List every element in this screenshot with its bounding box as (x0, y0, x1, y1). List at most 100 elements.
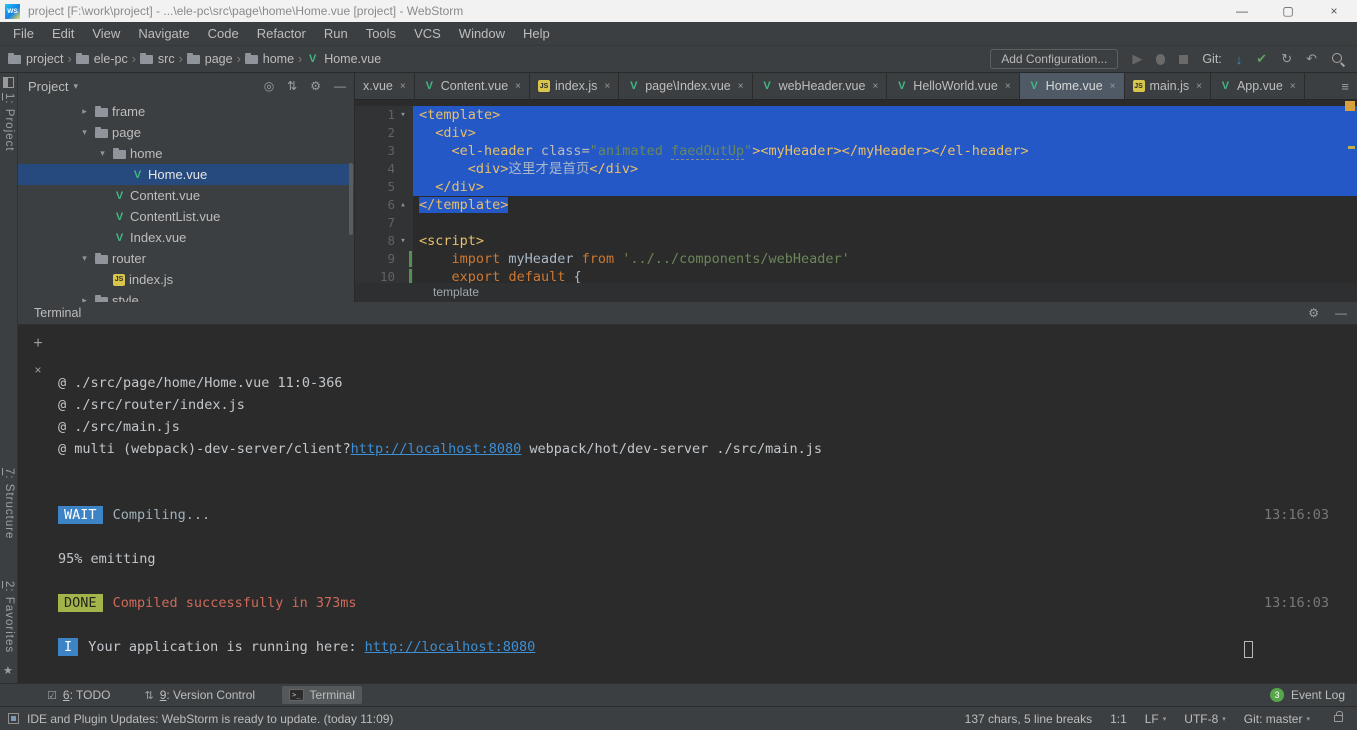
terminal-link[interactable]: http://localhost:8080 (351, 441, 522, 457)
tab-index-js[interactable]: JSindex.js× (530, 73, 619, 99)
tree-item-home[interactable]: ▾home (18, 143, 354, 164)
tool-windows-icon[interactable] (3, 77, 14, 88)
code-line-10[interactable]: 10 export default { (355, 268, 1357, 283)
minimize-button[interactable]: — (1219, 0, 1265, 22)
terminal-hide-icon[interactable]: — (1335, 306, 1347, 320)
maximize-button[interactable]: ▢ (1265, 0, 1311, 22)
toolwindow-button-9-version-control[interactable]: ⇅9: Version Control (137, 686, 262, 704)
chevron-down-icon[interactable]: ▾ (96, 148, 109, 159)
chevron-right-icon[interactable]: ▸ (78, 295, 91, 302)
close-button[interactable]: × (1311, 0, 1357, 22)
status-message[interactable]: IDE and Plugin Updates: WebStorm is read… (27, 712, 393, 726)
tree-item-index-js[interactable]: JSindex.js (18, 269, 354, 290)
tab-webheader-vue[interactable]: VwebHeader.vue× (753, 73, 888, 99)
tab-home-vue[interactable]: VHome.vue× (1020, 73, 1125, 99)
code-line-9[interactable]: 9 import myHeader from '../../components… (355, 250, 1357, 268)
code-line-5[interactable]: 5 </div> (355, 178, 1357, 196)
history-icon[interactable]: ↻ (1281, 51, 1292, 67)
git-update-icon[interactable]: ↓ (1236, 52, 1243, 67)
menu-item-edit[interactable]: Edit (43, 22, 83, 45)
close-icon[interactable]: × (872, 81, 878, 92)
terminal-settings-gear-icon[interactable]: ⚙ (1308, 306, 1319, 320)
terminal-title[interactable]: Terminal (34, 306, 81, 320)
close-icon[interactable]: × (1110, 81, 1116, 92)
chevron-down-icon[interactable]: ▾ (73, 81, 78, 92)
tab-main-js[interactable]: JSmain.js× (1125, 73, 1211, 99)
chevron-right-icon[interactable]: ▸ (78, 106, 91, 117)
lock-icon[interactable] (1334, 715, 1343, 722)
collapse-all-icon[interactable]: ⇅ (287, 79, 297, 93)
search-icon[interactable] (1331, 52, 1345, 66)
close-icon[interactable]: × (515, 81, 521, 92)
toolwindow-button-terminal[interactable]: >_Terminal (282, 686, 362, 704)
stripe-button-2-favorites[interactable]: 2: Favorites (3, 581, 15, 653)
tree-item-style[interactable]: ▸style (18, 290, 354, 302)
update-notification-icon[interactable] (8, 713, 19, 724)
new-session-icon[interactable]: + (33, 335, 42, 353)
close-icon[interactable]: × (738, 81, 744, 92)
status-1-1[interactable]: 1:1 (1110, 712, 1127, 726)
fold-marker-icon[interactable]: ▾ (395, 106, 411, 124)
status-git-master[interactable]: Git: master▾ (1244, 712, 1310, 726)
terminal-output[interactable]: @ ./src/page/home/Home.vue 11:0-366@ ./s… (58, 325, 1357, 683)
code-line-8[interactable]: 8▾<script> (355, 232, 1357, 250)
menu-item-window[interactable]: Window (450, 22, 514, 45)
tree-item-frame[interactable]: ▸frame (18, 101, 354, 122)
stop-icon[interactable] (1179, 55, 1188, 64)
breadcrumb-item-ele-pc[interactable]: ele-pc (76, 52, 128, 66)
menu-item-refactor[interactable]: Refactor (248, 22, 315, 45)
close-icon[interactable]: × (1290, 81, 1296, 92)
chevron-down-icon[interactable]: ▾ (78, 253, 91, 264)
breadcrumb-item-project[interactable]: project (8, 52, 64, 66)
breadcrumb-template[interactable]: template (433, 285, 479, 299)
rollback-icon[interactable]: ↶ (1306, 51, 1317, 67)
code-line-7[interactable]: 7 (355, 214, 1357, 232)
fold-marker-icon[interactable]: ▾ (395, 232, 411, 250)
close-icon[interactable]: × (1196, 81, 1202, 92)
close-icon[interactable]: × (1005, 81, 1011, 92)
tree-item-index-vue[interactable]: VIndex.vue (18, 227, 354, 248)
stripe-button-1-project[interactable]: 1: Project (3, 93, 15, 152)
menu-item-tools[interactable]: Tools (357, 22, 405, 45)
close-icon[interactable]: × (604, 81, 610, 92)
git-commit-icon[interactable]: ✔ (1256, 51, 1267, 67)
settings-gear-icon[interactable]: ⚙ (310, 79, 321, 93)
menu-item-code[interactable]: Code (199, 22, 248, 45)
run-icon[interactable]: ▶ (1132, 51, 1142, 67)
menu-item-run[interactable]: Run (315, 22, 357, 45)
breadcrumb-item-home[interactable]: home (245, 52, 294, 66)
tab-helloworld-vue[interactable]: VHelloWorld.vue× (887, 73, 1019, 99)
status-utf-8[interactable]: UTF-8▾ (1184, 712, 1226, 726)
tree-item-home-vue[interactable]: VHome.vue (18, 164, 354, 185)
event-log-button[interactable]: Event Log (1291, 688, 1345, 702)
inspection-indicator-icon[interactable] (1345, 101, 1355, 111)
locate-file-icon[interactable]: ◎ (264, 79, 274, 93)
tree-item-contentlist-vue[interactable]: VContentList.vue (18, 206, 354, 227)
hide-panel-icon[interactable]: — (334, 79, 346, 93)
code-line-3[interactable]: 3 <el-header class="animated faedOutUp">… (355, 142, 1357, 160)
terminal-link[interactable]: http://localhost:8080 (365, 639, 536, 655)
status-lf[interactable]: LF▾ (1145, 712, 1167, 726)
tabs-list-icon[interactable]: ≡ (1333, 79, 1357, 94)
tree-item-content-vue[interactable]: VContent.vue (18, 185, 354, 206)
code-line-2[interactable]: 2 <div> (355, 124, 1357, 142)
menu-item-help[interactable]: Help (514, 22, 559, 45)
stripe-button-7-structure[interactable]: 7: Structure (3, 468, 15, 539)
code-editor[interactable]: 1▾<template>2 <div>3 <el-header class="a… (355, 100, 1357, 283)
code-line-4[interactable]: 4 <div>这里才是首页</div> (355, 160, 1357, 178)
close-icon[interactable]: × (400, 81, 406, 92)
menu-item-navigate[interactable]: Navigate (129, 22, 198, 45)
code-line-6[interactable]: 6▴</template> (355, 196, 1357, 214)
add-configuration-button[interactable]: Add Configuration... (990, 49, 1118, 69)
toolwindow-button-6-todo[interactable]: ☑6: TODO (40, 686, 117, 704)
menu-item-view[interactable]: View (83, 22, 129, 45)
menu-item-vcs[interactable]: VCS (405, 22, 450, 45)
close-session-icon[interactable]: × (34, 363, 41, 377)
tab-x-vue[interactable]: x.vue× (355, 73, 415, 99)
tab-content-vue[interactable]: VContent.vue× (415, 73, 530, 99)
tree-item-page[interactable]: ▾page (18, 122, 354, 143)
project-panel-title[interactable]: Project (28, 79, 68, 94)
menu-item-file[interactable]: File (4, 22, 43, 45)
breadcrumb-item-page[interactable]: page (187, 52, 233, 66)
debug-icon[interactable] (1156, 54, 1165, 65)
